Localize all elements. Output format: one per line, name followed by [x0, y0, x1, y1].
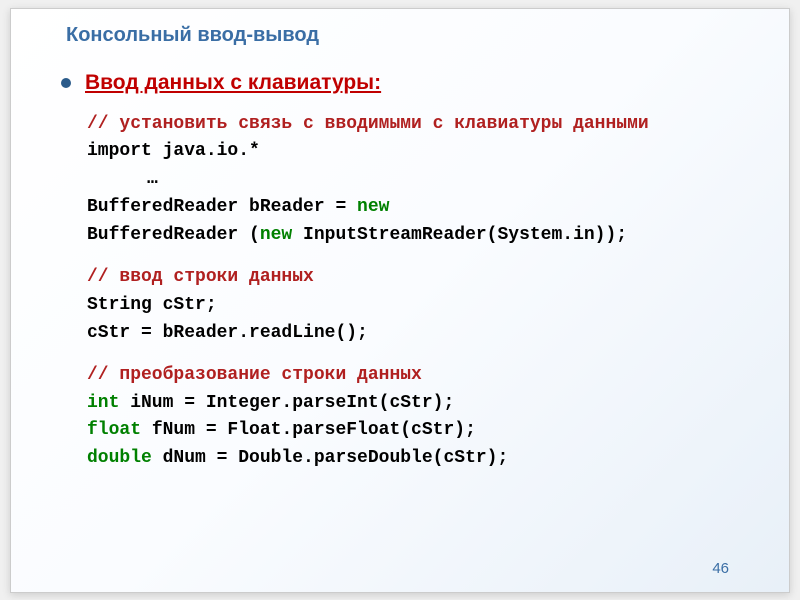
code-text: BufferedReader bReader = — [87, 197, 357, 217]
code-line: BufferedReader (new InputStreamReader(Sy… — [87, 222, 734, 250]
slide-title: Консольный ввод-вывод — [66, 24, 734, 47]
keyword: new — [357, 197, 389, 217]
bullet-icon — [61, 78, 71, 88]
keyword: double — [87, 448, 152, 468]
code-text: fNum = Float.parseFloat(cStr); — [141, 420, 476, 440]
code-line: BufferedReader bReader = new — [87, 194, 734, 222]
slide: Консольный ввод-вывод Ввод данных с клав… — [10, 8, 790, 593]
code-line: double dNum = Double.parseDouble(cStr); — [87, 445, 734, 473]
bullet-heading-row: Ввод данных с клавиатуры: — [61, 71, 734, 95]
code-text: InputStreamReader(System.in)); — [292, 225, 627, 245]
comment-line: // ввод строки данных — [87, 264, 734, 292]
comment-line: // преобразование строки данных — [87, 362, 734, 390]
code-block-3: // преобразование строки данных int iNum… — [87, 362, 734, 474]
code-line: String cStr; — [87, 292, 734, 320]
code-line: float fNum = Float.parseFloat(cStr); — [87, 417, 734, 445]
code-text: iNum = Integer.parseInt(cStr); — [119, 393, 454, 413]
code-line: int iNum = Integer.parseInt(cStr); — [87, 390, 734, 418]
code-line: cStr = bReader.readLine(); — [87, 320, 734, 348]
section-heading: Ввод данных с клавиатуры: — [85, 71, 381, 95]
code-block-1: // установить связь с вводимыми с клавиа… — [87, 111, 734, 250]
code-line: … — [147, 166, 734, 194]
code-line: import java.io.* — [87, 138, 734, 166]
code-text: BufferedReader ( — [87, 225, 260, 245]
code-text: dNum = Double.parseDouble(cStr); — [152, 448, 508, 468]
code-area: // установить связь с вводимыми с клавиа… — [87, 111, 734, 474]
keyword: float — [87, 420, 141, 440]
keyword: new — [260, 225, 292, 245]
page-number: 46 — [712, 560, 729, 577]
code-block-2: // ввод строки данных String cStr; cStr … — [87, 264, 734, 348]
keyword: int — [87, 393, 119, 413]
comment-line: // установить связь с вводимыми с клавиа… — [87, 111, 734, 139]
